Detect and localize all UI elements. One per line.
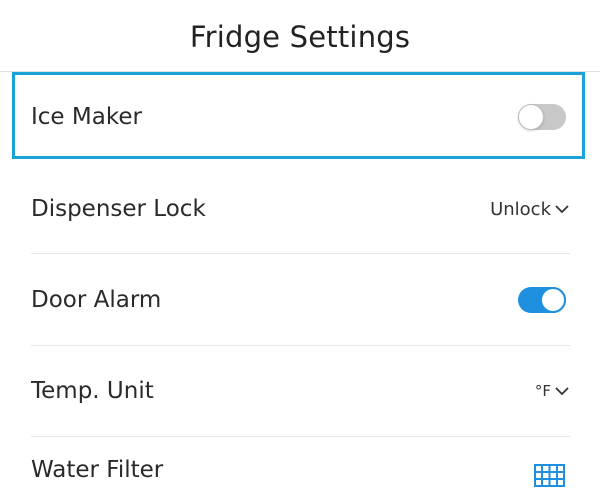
row-divider <box>31 436 570 437</box>
water-filter-grid-icon[interactable] <box>534 464 565 487</box>
setting-row-temp-unit[interactable]: Temp. Unit °F <box>31 366 570 416</box>
chevron-down-icon <box>555 387 569 396</box>
temp-unit-label: Temp. Unit <box>31 378 154 404</box>
setting-row-dispenser-lock[interactable]: Dispenser Lock Unlock <box>31 184 570 234</box>
temp-unit-dropdown[interactable]: °F <box>535 382 570 400</box>
dispenser-lock-value: Unlock <box>490 198 551 220</box>
chevron-down-icon <box>555 205 569 214</box>
toggle-knob <box>540 287 566 313</box>
temp-unit-value: °F <box>534 382 551 400</box>
header-bar: Fridge Settings <box>0 0 600 72</box>
dispenser-lock-label: Dispenser Lock <box>31 196 206 222</box>
page-title: Fridge Settings <box>189 19 411 54</box>
row-divider <box>31 345 570 346</box>
dispenser-lock-dropdown[interactable]: Unlock <box>490 199 570 220</box>
setting-row-water-filter[interactable]: Water Filter <box>31 452 570 488</box>
water-filter-label: Water Filter <box>31 457 164 483</box>
ice-maker-toggle[interactable] <box>518 104 566 130</box>
row-divider <box>31 253 570 254</box>
ice-maker-label: Ice Maker <box>31 104 142 130</box>
setting-row-door-alarm[interactable]: Door Alarm <box>31 275 570 325</box>
setting-row-ice-maker[interactable]: Ice Maker <box>31 92 570 142</box>
door-alarm-label: Door Alarm <box>31 287 162 313</box>
door-alarm-toggle[interactable] <box>518 287 566 313</box>
toggle-knob <box>518 104 544 130</box>
